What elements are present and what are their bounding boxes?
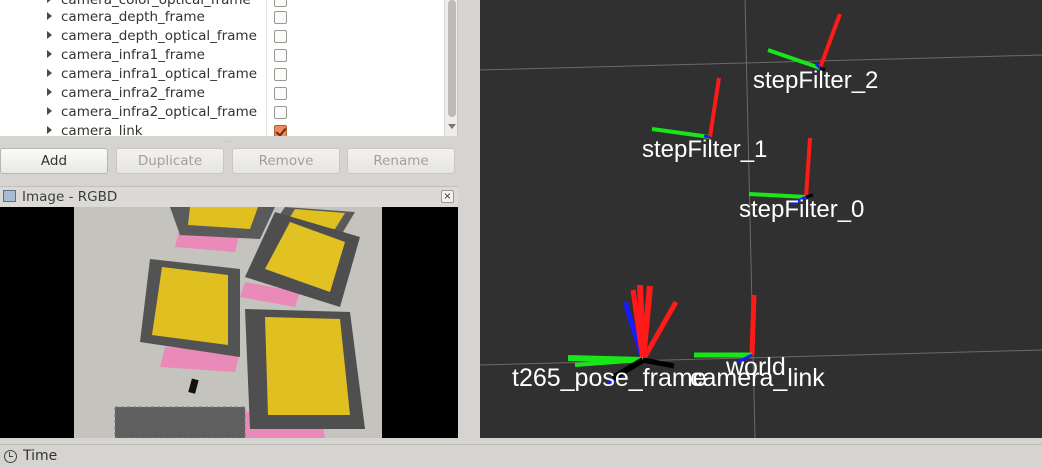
expand-arrow-icon[interactable] (47, 50, 52, 58)
tree-row-label: camera_infra2_optical_frame (61, 104, 258, 120)
frame-label-stepfilter-0: stepFilter_0 (739, 196, 864, 223)
scroll-down-arrow-icon[interactable] (448, 124, 456, 129)
frame-checkbox[interactable] (274, 30, 287, 43)
rgbd-image-view (0, 207, 458, 438)
expand-arrow-icon[interactable] (47, 88, 52, 96)
clock-icon (4, 450, 17, 463)
frame-label-t265: t265_pose_frame (512, 364, 707, 392)
tree-row-camera-depth-optical-frame[interactable]: camera_depth_optical_frame (0, 27, 444, 46)
frame-checkbox[interactable] (274, 0, 287, 7)
tree-row-label: camera_color_optical_frame (61, 0, 251, 8)
3d-viewport[interactable]: stepFilter_2 stepFilter_1 stepFilter_0 t… (480, 0, 1042, 438)
frame-label-stepfilter-2: stepFilter_2 (753, 67, 878, 94)
camera-image (74, 207, 382, 438)
tree-row-label: camera_depth_optical_frame (61, 28, 257, 44)
tf-scene: stepFilter_2 stepFilter_1 stepFilter_0 t… (480, 0, 1042, 438)
close-icon[interactable]: × (441, 190, 454, 203)
image-panel-title: Image - RGBD (22, 189, 118, 205)
frame-label-stepfilter-1: stepFilter_1 (642, 136, 767, 163)
frame-checkbox-checked[interactable] (274, 125, 287, 136)
rename-button[interactable]: Rename (347, 148, 455, 174)
expand-arrow-icon[interactable] (47, 126, 52, 134)
panel-splitter[interactable] (458, 0, 480, 438)
expand-arrow-icon[interactable] (47, 31, 52, 39)
frames-tree: camera_color_optical_frame camera_depth_… (0, 0, 458, 136)
image-icon (3, 190, 16, 202)
tree-row-label: camera_infra1_frame (61, 47, 205, 63)
time-panel: Time (0, 444, 1042, 468)
tree-row-camera-link[interactable]: camera_link (0, 122, 444, 136)
frame-checkbox[interactable] (274, 49, 287, 62)
tree-row-label: camera_infra2_frame (61, 85, 205, 101)
time-label: Time (23, 448, 58, 464)
scroll-thumb[interactable] (448, 0, 456, 117)
tree-scrollbar[interactable] (444, 0, 457, 136)
tree-row-camera-infra2-frame[interactable]: camera_infra2_frame (0, 84, 444, 103)
tree-row-label: camera_infra1_optical_frame (61, 66, 258, 82)
expand-arrow-icon[interactable] (47, 12, 52, 20)
tree-row-camera-depth-frame[interactable]: camera_depth_frame (0, 8, 444, 27)
frame-axes-world (694, 294, 757, 364)
frame-checkbox[interactable] (274, 68, 287, 81)
panel-resize-grip[interactable]: ⋯ (225, 137, 234, 146)
frame-checkbox[interactable] (274, 11, 287, 24)
expand-arrow-icon[interactable] (47, 107, 52, 115)
expand-arrow-icon[interactable] (47, 0, 52, 3)
tree-row-camera-infra1-frame[interactable]: camera_infra1_frame (0, 46, 444, 65)
frame-checkbox[interactable] (274, 106, 287, 119)
frame-label-camera-link: camera_link (690, 364, 825, 392)
tree-row-label: camera_link (61, 123, 143, 136)
frame-action-buttons: Add Duplicate Remove Rename (0, 148, 458, 176)
frame-checkbox[interactable] (274, 87, 287, 100)
expand-arrow-icon[interactable] (47, 69, 52, 77)
duplicate-button[interactable]: Duplicate (116, 148, 224, 174)
rviz-window: camera_color_optical_frame camera_depth_… (0, 0, 1042, 468)
frame-axes-stepfilter-1 (651, 77, 721, 139)
add-button[interactable]: Add (0, 148, 108, 174)
remove-button[interactable]: Remove (232, 148, 340, 174)
tree-row-label: camera_depth_frame (61, 9, 205, 25)
image-panel-titlebar[interactable]: Image - RGBD × (0, 186, 458, 207)
tree-row-camera-infra2-optical-frame[interactable]: camera_infra2_optical_frame (0, 103, 444, 122)
tree-row-camera-infra1-optical-frame[interactable]: camera_infra1_optical_frame (0, 65, 444, 84)
